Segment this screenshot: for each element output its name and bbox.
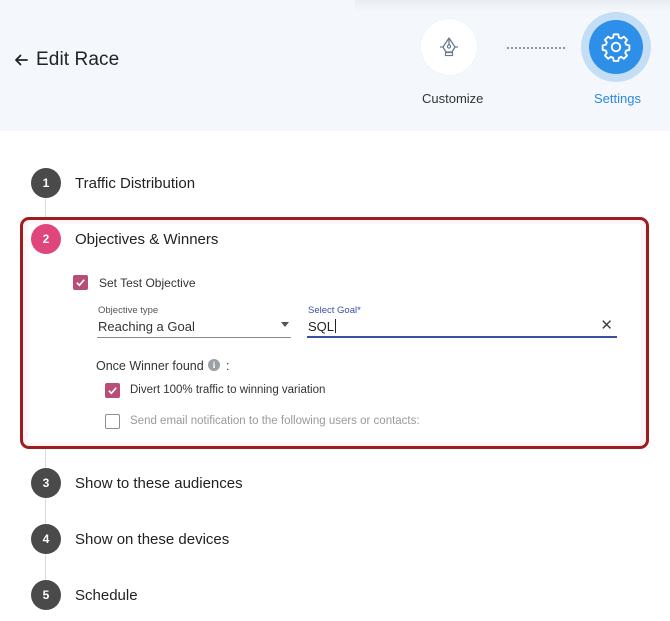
section-devices[interactable]: 4 Show on these devices — [31, 524, 229, 554]
header-shadow — [355, 0, 670, 12]
text-cursor — [335, 319, 337, 333]
objective-type-value: Reaching a Goal — [98, 319, 195, 334]
set-test-objective-checkbox[interactable] — [73, 275, 88, 290]
step-number: 5 — [31, 580, 61, 610]
divert-traffic-label: Divert 100% traffic to winning variation — [130, 384, 326, 396]
objective-type-select[interactable]: Reaching a Goal — [97, 316, 291, 338]
step-label-customize[interactable]: Customize — [422, 91, 483, 106]
winner-heading-colon: : — [226, 359, 230, 373]
select-goal-input[interactable]: SQL ✕ — [307, 316, 617, 338]
step-number: 2 — [31, 224, 61, 254]
step-number: 3 — [31, 468, 61, 498]
step-number: 1 — [31, 168, 61, 198]
page-title: Edit Race — [36, 49, 120, 70]
caret-down-icon — [281, 322, 289, 327]
info-icon[interactable]: i — [208, 359, 220, 371]
section-objectives-winners[interactable]: 2 Objectives & Winners — [31, 224, 218, 254]
email-notification-checkbox[interactable] — [105, 414, 120, 429]
section-schedule[interactable]: 5 Schedule — [31, 580, 138, 610]
checkmark-icon — [76, 279, 85, 287]
objective-type-label: Objective type — [98, 305, 159, 316]
gear-icon — [601, 33, 631, 62]
step-label-settings[interactable]: Settings — [594, 91, 641, 106]
back-button[interactable]: Edit Race — [12, 49, 119, 71]
close-icon[interactable]: ✕ — [600, 318, 613, 334]
select-goal-value: SQL — [308, 319, 335, 334]
select-goal-label: Select Goal* — [308, 305, 361, 316]
section-title: Show to these audiences — [75, 474, 243, 492]
arrow-left-icon — [15, 54, 28, 66]
section-title: Objectives & Winners — [75, 230, 219, 248]
winner-heading: Once Winner found — [96, 359, 204, 373]
settings-step-button[interactable] — [589, 20, 643, 74]
checkmark-icon — [108, 387, 117, 395]
section-audiences[interactable]: 3 Show to these audiences — [31, 468, 243, 498]
section-title: Schedule — [75, 586, 138, 604]
section-title: Traffic Distribution — [75, 174, 196, 192]
email-notification-label: Send email notification to the following… — [130, 415, 420, 427]
divert-traffic-checkbox[interactable] — [105, 383, 120, 398]
step-connector — [507, 47, 565, 49]
section-traffic-distribution[interactable]: 1 Traffic Distribution — [31, 168, 195, 198]
customize-step-button[interactable] — [421, 19, 477, 75]
step-number: 4 — [31, 524, 61, 554]
pen-tool-icon — [440, 37, 458, 57]
set-test-objective-label: Set Test Objective — [99, 276, 196, 290]
section-title: Show on these devices — [75, 530, 230, 548]
